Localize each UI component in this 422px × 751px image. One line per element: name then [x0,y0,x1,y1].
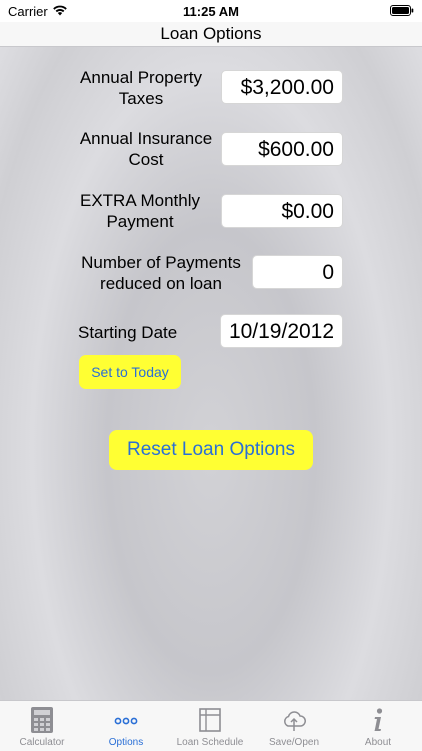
tab-about[interactable]: About [336,701,420,751]
tab-options[interactable]: Options [84,701,168,751]
payments-reduced-field[interactable]: 0 [252,255,343,289]
status-time: 11:25 AM [183,4,239,19]
tab-bar: Calculator Options Loan Schedule Save/Op… [0,700,422,751]
starting-date-field[interactable]: 10/19/2012 [220,314,343,348]
tab-loan-schedule-label: Loan Schedule [176,737,244,748]
battery-icon [390,5,414,16]
extra-payment-label: EXTRA Monthly Payment [80,191,200,231]
tab-about-label: About [364,737,392,748]
set-today-button[interactable]: Set to Today [79,355,181,389]
tab-calculator-label: Calculator [19,737,65,748]
page-title: Loan Options [160,24,262,43]
nav-bar: Loan Options [0,22,422,47]
insurance-cost-label: Annual Insurance Cost [79,129,213,169]
reset-options-button[interactable]: Reset Loan Options [109,430,313,470]
extra-payment-field[interactable]: $0.00 [221,194,343,228]
schedule-grid-icon [199,708,221,732]
tab-save-open[interactable]: Save/Open [252,701,336,751]
starting-date-label: Starting Date [78,323,178,342]
tab-options-label: Options [108,737,144,748]
status-bar: Carrier 11:25 AM [0,0,422,22]
ellipsis-icon [114,717,138,725]
payments-reduced-label: Number of Payments reduced on loan [81,253,241,293]
tab-loan-schedule[interactable]: Loan Schedule [168,701,252,751]
property-taxes-field[interactable]: $3,200.00 [221,70,343,104]
insurance-cost-field[interactable]: $600.00 [221,132,343,166]
tab-save-open-label: Save/Open [268,737,320,748]
property-taxes-label: Annual Property Taxes [80,68,202,108]
tab-calculator[interactable]: Calculator [0,701,84,751]
info-icon [374,708,383,731]
calculator-icon [31,707,53,733]
cloud-upload-icon [284,711,306,731]
